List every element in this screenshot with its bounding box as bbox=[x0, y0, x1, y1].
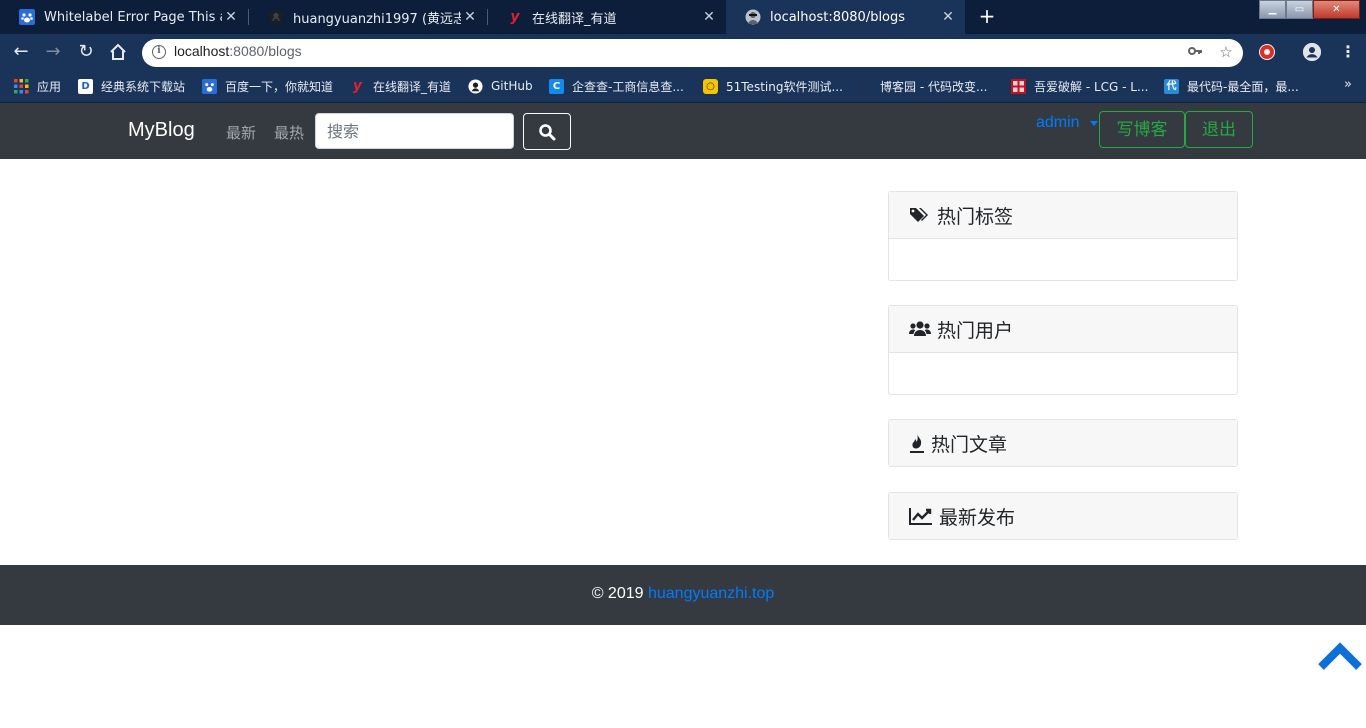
youdao-icon: y bbox=[352, 77, 363, 94]
search-button[interactable] bbox=[523, 113, 571, 150]
bookmark-51testing[interactable]: ○ 51Testing软件测试... bbox=[703, 77, 843, 95]
site-icon: D bbox=[78, 78, 93, 94]
profile-avatar-icon[interactable] bbox=[1303, 43, 1321, 61]
tab-title: Whitelabel Error Page This application bbox=[44, 9, 222, 25]
browser-tab-github[interactable]: huangyuanzhi1997 (黄远志) ✕ bbox=[249, 0, 487, 34]
browser-menu-icon[interactable]: ⋮ bbox=[1340, 42, 1356, 62]
51testing-icon: ○ bbox=[703, 78, 718, 94]
bookmark-qichacha[interactable]: C 企查查-工商信息查... bbox=[549, 77, 684, 95]
github-icon bbox=[268, 9, 284, 25]
close-window-button[interactable]: ✕ bbox=[1313, 0, 1360, 19]
tab-title: localhost:8080/blogs bbox=[770, 9, 906, 25]
hot-articles-card: 热门文章 bbox=[888, 419, 1238, 467]
browser-tab-whitelabel[interactable]: Whitelabel Error Page This application ✕ bbox=[0, 0, 248, 34]
tags-icon bbox=[909, 204, 931, 226]
bookmark-jingdian[interactable]: D 经典系统下载站 bbox=[78, 77, 185, 95]
bookmark-label: 最代码-最全面，最... bbox=[1187, 79, 1299, 94]
card-title: 最新发布 bbox=[939, 506, 1016, 529]
copyright-text: © 2019 bbox=[591, 585, 648, 602]
github-icon bbox=[468, 78, 483, 94]
bookmark-label: 百度一下，你就知道 bbox=[225, 79, 334, 94]
close-tab-icon[interactable]: ✕ bbox=[222, 9, 240, 25]
close-tab-icon[interactable]: ✕ bbox=[700, 9, 718, 25]
card-title: 热门标签 bbox=[937, 205, 1014, 228]
bookmarks-more-icon[interactable]: » bbox=[1344, 77, 1352, 92]
logout-button[interactable]: 退出 bbox=[1185, 111, 1253, 148]
minimize-window-button[interactable]: ▁ bbox=[1259, 0, 1286, 19]
card-title: 热门文章 bbox=[931, 433, 1008, 456]
card-header: 热门标签 bbox=[889, 192, 1237, 239]
baidu-paw-icon bbox=[19, 9, 35, 25]
url-host: localhost bbox=[174, 43, 230, 59]
card-title: 热门用户 bbox=[937, 319, 1014, 342]
card-header: 热门文章 bbox=[889, 420, 1237, 466]
youdao-icon: y bbox=[510, 9, 520, 25]
write-blog-button[interactable]: 写博客 bbox=[1099, 111, 1185, 148]
back-to-top-icon[interactable] bbox=[1318, 641, 1362, 671]
footer-site-link[interactable]: huangyuanzhi.top bbox=[648, 585, 774, 602]
apps-grid-icon bbox=[14, 78, 29, 94]
key-icon[interactable] bbox=[1186, 43, 1204, 61]
search-icon bbox=[539, 123, 556, 140]
site-info-icon[interactable]: i bbox=[152, 45, 166, 59]
url-text[interactable]: localhost:8080/blogs bbox=[174, 43, 302, 59]
bookmark-label: 在线翻译_有道 bbox=[373, 79, 452, 94]
search-input[interactable] bbox=[315, 113, 514, 149]
bookmark-zuidaima[interactable]: 代 最代码-最全面，最... bbox=[1164, 77, 1299, 95]
avatar-favicon-icon bbox=[745, 9, 761, 25]
bookmark-label: 吾爱破解 - LCG - L... bbox=[1034, 79, 1149, 94]
qichacha-icon: C bbox=[549, 78, 564, 94]
tab-title: huangyuanzhi1997 (黄远志) bbox=[293, 11, 461, 27]
card-header: 最新发布 bbox=[889, 493, 1237, 539]
latest-posts-card: 最新发布 bbox=[888, 492, 1238, 540]
bookmark-label: 企查查-工商信息查... bbox=[572, 79, 684, 94]
fire-icon bbox=[909, 432, 925, 454]
tab-title: 在线翻译_有道 bbox=[532, 11, 617, 27]
extension-record-icon[interactable] bbox=[1259, 44, 1275, 60]
nav-link-hottest[interactable]: 最热 bbox=[274, 122, 304, 143]
back-arrow-icon[interactable]: ← bbox=[9, 40, 33, 64]
bookmark-apps[interactable]: 应用 bbox=[14, 77, 61, 95]
bookmark-youdao[interactable]: y 在线翻译_有道 bbox=[350, 77, 451, 95]
hot-users-card: 热门用户 bbox=[888, 305, 1238, 395]
new-tab-button[interactable]: + bbox=[975, 5, 999, 29]
hot-tags-card: 热门标签 bbox=[888, 191, 1238, 281]
browser-tab-localhost[interactable]: localhost:8080/blogs ✕ bbox=[726, 0, 965, 34]
bookmark-label: 博客园 - 代码改变... bbox=[880, 79, 988, 94]
card-body bbox=[889, 353, 1237, 394]
bookmark-baidu[interactable]: 百度一下，你就知道 bbox=[202, 77, 333, 95]
user-dropdown[interactable]: admin bbox=[1036, 114, 1080, 132]
card-header: 热门用户 bbox=[889, 306, 1237, 353]
bookmark-github[interactable]: GitHub bbox=[468, 77, 533, 95]
bookmark-cnblogs[interactable]: 博客园 - 代码改变... bbox=[857, 77, 987, 95]
home-icon[interactable] bbox=[106, 40, 130, 64]
bookmark-label: 应用 bbox=[37, 79, 62, 94]
zuidaima-icon: 代 bbox=[1164, 78, 1179, 94]
cnblogs-icon bbox=[857, 79, 872, 94]
line-chart-icon bbox=[909, 505, 933, 527]
52pojie-icon bbox=[1011, 78, 1026, 94]
browser-tab-youdao[interactable]: y 在线翻译_有道 ✕ bbox=[488, 0, 726, 34]
baidu-paw-icon bbox=[202, 78, 217, 94]
footer-copyright: © 2019 huangyuanzhi.top bbox=[0, 585, 1366, 603]
close-tab-icon[interactable]: ✕ bbox=[939, 9, 957, 25]
users-icon bbox=[909, 318, 931, 340]
address-bar[interactable] bbox=[142, 39, 1243, 67]
url-path: :8080/blogs bbox=[229, 43, 302, 59]
maximize-window-button[interactable]: ▭ bbox=[1286, 0, 1313, 19]
bookmark-label: 经典系统下载站 bbox=[101, 79, 186, 94]
site-brand[interactable]: MyBlog bbox=[128, 119, 195, 142]
forward-arrow-icon[interactable]: → bbox=[41, 40, 65, 64]
nav-link-latest[interactable]: 最新 bbox=[226, 122, 256, 143]
bookmark-52pojie[interactable]: 吾爱破解 - LCG - L... bbox=[1011, 77, 1148, 95]
bookmark-label: 51Testing软件测试... bbox=[726, 79, 843, 94]
card-body bbox=[889, 239, 1237, 280]
bookmark-label: GitHub bbox=[491, 79, 533, 93]
window-controls: ▁ ▭ ✕ bbox=[1259, 0, 1360, 20]
bookmark-star-icon[interactable]: ☆ bbox=[1217, 43, 1235, 61]
close-tab-icon[interactable]: ✕ bbox=[461, 9, 479, 25]
caret-down-icon[interactable] bbox=[1090, 121, 1098, 126]
reload-icon[interactable]: ↻ bbox=[74, 40, 98, 64]
